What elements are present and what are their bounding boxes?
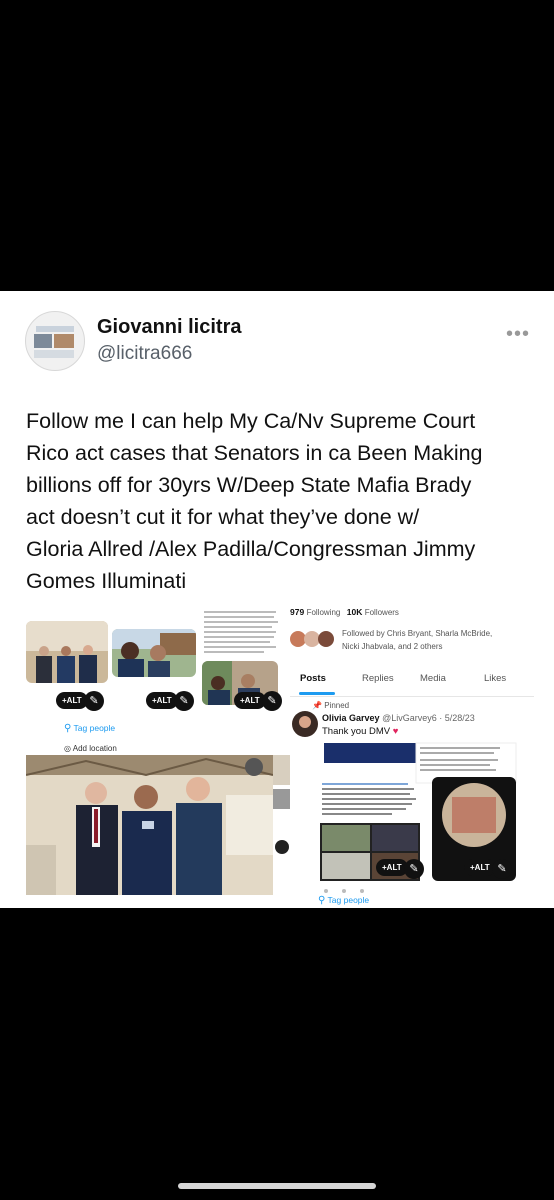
pinned-author-name[interactable]: Olivia Garvey — [322, 713, 380, 723]
tab-media[interactable]: Media — [420, 673, 446, 684]
tag-people-row[interactable]: ⚲ Tag people — [64, 723, 115, 734]
media-strip — [273, 755, 291, 895]
selfie-photo-thumb[interactable] — [112, 629, 196, 677]
tweet-text-line: billions off for 30yrs W/Deep State Mafi… — [26, 473, 472, 497]
pinned-author-avatar[interactable] — [292, 711, 318, 737]
alt-badge[interactable]: +ALT — [464, 859, 496, 876]
pinned-text-row: Thank you DMV ♥ — [322, 726, 398, 737]
edit-icon[interactable]: ✎ — [84, 691, 104, 711]
user-handle[interactable]: @licitra666 — [97, 343, 192, 365]
tweet-text-line: act doesn’t cut it for what they’ve done… — [26, 505, 420, 529]
text-screenshot-thumb-image — [204, 611, 278, 653]
tag-people-label: Tag people — [73, 723, 116, 733]
alt-badge[interactable]: +ALT — [146, 692, 178, 709]
followed-by-text-2[interactable]: Nicki Jhabvala, and 2 others — [342, 642, 443, 651]
pinned-handle-date: @LivGarvey6 · 5/28/23 — [382, 713, 475, 723]
pinned-text: Thank you DMV — [322, 726, 391, 737]
person-icon: ⚲ — [64, 723, 72, 734]
profile-tabs: Posts Replies Media Likes — [290, 673, 534, 691]
followers-label[interactable]: Followers — [365, 608, 399, 617]
pin-icon: 📌 — [312, 701, 322, 710]
more-options-icon[interactable]: ••• — [506, 323, 530, 346]
tab-replies[interactable]: Replies — [362, 673, 394, 684]
heart-icon: ♥ — [392, 726, 399, 737]
edit-icon[interactable]: ✎ — [262, 691, 282, 711]
edit-icon[interactable]: ✎ — [174, 691, 194, 711]
tag-people-row[interactable]: ⚲ Tag people — [318, 895, 369, 906]
tab-likes[interactable]: Likes — [484, 673, 506, 684]
tweet-text-line: Follow me I can help My Ca/Nv Supreme Co… — [26, 409, 476, 433]
followers-count: 10K — [346, 607, 363, 617]
tab-posts[interactable]: Posts — [300, 673, 326, 684]
add-location-row[interactable]: ◎ Add location — [64, 744, 117, 752]
tweet-media[interactable]: +ALT ✎ +ALT ✎ +ALT ✎ ⚲ Tag people ◎ Add … — [26, 607, 534, 907]
tweet-text-line: Gomes Illuminati — [26, 569, 187, 593]
text-screenshot-thumb[interactable] — [202, 607, 282, 659]
location-pin-icon: ◎ — [64, 744, 71, 752]
group-photo-large-image — [26, 755, 273, 895]
selfie-photo-thumb-image — [112, 629, 196, 677]
tweet-text: Follow me I can help My Ca/Nv Supreme Co… — [26, 405, 531, 597]
pinned-post-media — [320, 742, 517, 893]
tweet-card: Giovanni licitra @licitra666 ••• Follow … — [0, 291, 554, 908]
following-count: 979 — [290, 607, 305, 617]
pinned-author-row: Olivia Garvey @LivGarvey6 · 5/28/23 — [322, 713, 475, 723]
divider — [290, 696, 534, 697]
pinned-label: Pinned — [324, 701, 350, 710]
tweet-text-line: Rico act cases that Senators in ca Been … — [26, 441, 483, 465]
alt-badge[interactable]: +ALT — [56, 692, 88, 709]
avatar[interactable] — [25, 311, 85, 371]
person-icon: ⚲ — [318, 895, 326, 906]
follower-avatars — [290, 631, 334, 647]
photo-picker-panel: +ALT ✎ +ALT ✎ +ALT ✎ ⚲ Tag people ◎ Add … — [26, 607, 282, 752]
alt-badge[interactable]: +ALT — [376, 859, 408, 876]
pinned-row: 📌 Pinned — [312, 701, 349, 710]
group-photo-thumb[interactable] — [26, 621, 108, 683]
followed-by-text[interactable]: Followed by Chris Bryant, Sharla McBride… — [342, 629, 492, 638]
home-indicator[interactable] — [178, 1183, 376, 1189]
add-location-label: Add location — [72, 744, 117, 752]
media-strip-image — [273, 755, 291, 854]
follow-stats: 979 Following 10K Followers — [290, 607, 399, 617]
group-photo-large[interactable] — [26, 755, 273, 895]
group-photo-thumb-image — [26, 621, 108, 683]
profile-screenshot-panel: 979 Following 10K Followers Followed by … — [290, 607, 534, 907]
edit-icon[interactable]: ✎ — [492, 859, 512, 879]
display-name[interactable]: Giovanni licitra — [97, 316, 241, 339]
edit-icon[interactable]: ✎ — [404, 859, 424, 879]
following-label[interactable]: Following — [307, 608, 341, 617]
active-tab-indicator — [299, 692, 335, 695]
tag-people-label: Tag people — [327, 895, 370, 905]
alt-badge[interactable]: +ALT — [234, 692, 266, 709]
tweet-text-line: Gloria Allred /Alex Padilla/Congressman … — [26, 537, 476, 561]
